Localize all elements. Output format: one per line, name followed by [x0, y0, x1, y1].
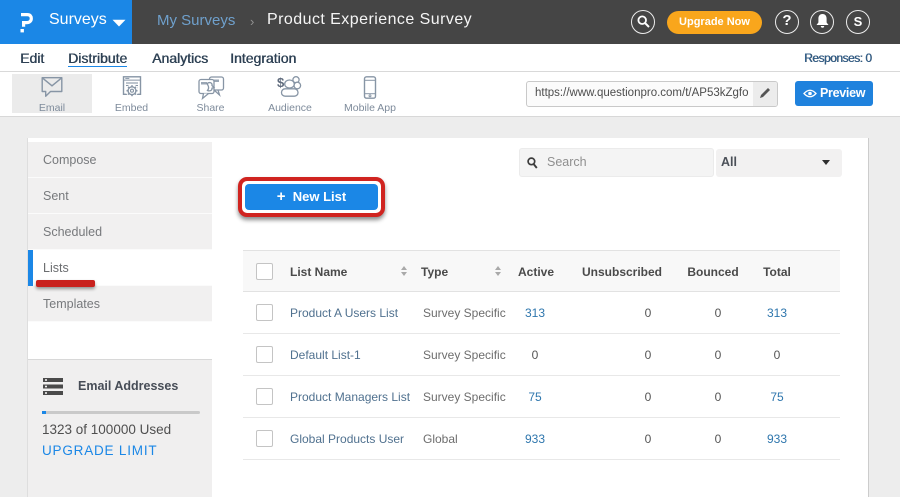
svg-text:$: $	[277, 75, 285, 90]
